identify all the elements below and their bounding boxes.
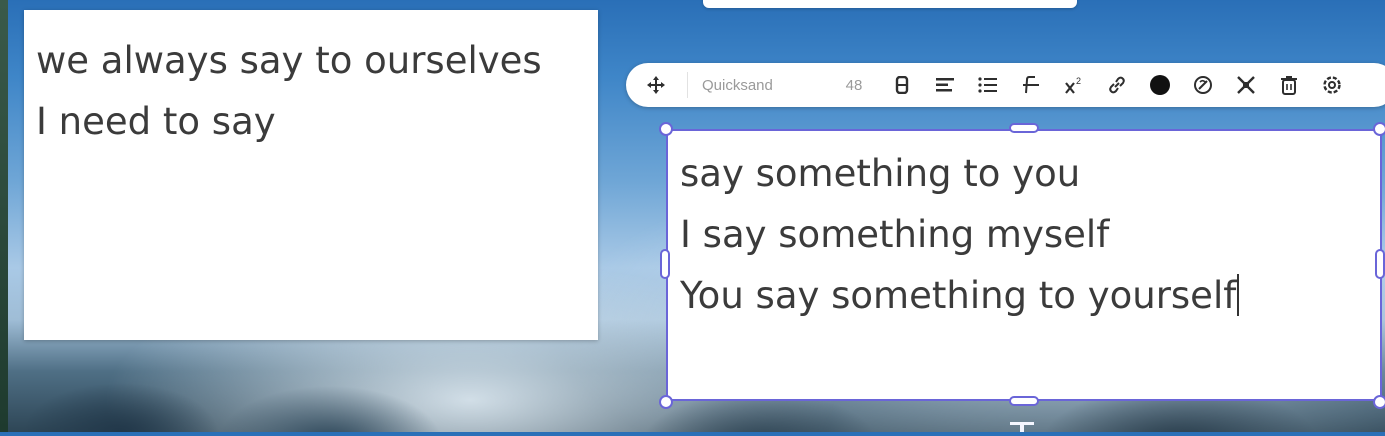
settings-icon[interactable] (1320, 73, 1344, 97)
font-size-input[interactable]: 48 (828, 77, 880, 94)
rotate-handle-icon[interactable] (1002, 420, 1042, 432)
note-line: I say something myself (680, 213, 1110, 256)
resize-handle-left[interactable] (660, 249, 670, 279)
color-dot-icon[interactable] (1148, 73, 1172, 97)
top-panel[interactable] (703, 0, 1077, 8)
resize-handle-bottom[interactable] (1009, 396, 1039, 406)
superscript-icon[interactable]: 2 (1062, 73, 1086, 97)
bold-icon[interactable] (890, 73, 914, 97)
text-format-toolbar: Quicksand 48 2 (626, 63, 1385, 107)
note-line-text: You say something to yourself (680, 274, 1237, 317)
strikethrough-icon[interactable] (1019, 73, 1043, 97)
resize-handle-bottom-left[interactable] (659, 395, 673, 409)
resize-handle-bottom-right[interactable] (1373, 395, 1385, 409)
text-caret (1237, 273, 1240, 316)
no-fill-icon[interactable] (1191, 73, 1215, 97)
resize-handle-top-right[interactable] (1373, 122, 1385, 136)
fit-icon[interactable] (1234, 73, 1258, 97)
note-line: say something to you (680, 152, 1081, 195)
text-note-left[interactable]: we always say to ourselves I need to say (24, 10, 598, 340)
link-icon[interactable] (1105, 73, 1129, 97)
svg-text:2: 2 (1076, 76, 1081, 86)
resize-handle-top-left[interactable] (659, 122, 673, 136)
note-line: I need to say (36, 100, 276, 143)
toolbar-divider (687, 72, 688, 98)
resize-handle-top[interactable] (1009, 123, 1039, 133)
note-line-active[interactable]: You say something to yourself (680, 265, 1368, 326)
align-icon[interactable] (933, 73, 957, 97)
resize-handle-right[interactable] (1375, 249, 1385, 279)
note-line: we always say to ourselves (36, 39, 542, 82)
font-family-select[interactable]: Quicksand (702, 77, 814, 94)
text-note-selected[interactable]: say something to you I say something mys… (666, 129, 1382, 401)
delete-icon[interactable] (1277, 73, 1301, 97)
list-icon[interactable] (976, 73, 1000, 97)
move-icon[interactable] (644, 73, 668, 97)
canvas-edge (0, 0, 8, 432)
